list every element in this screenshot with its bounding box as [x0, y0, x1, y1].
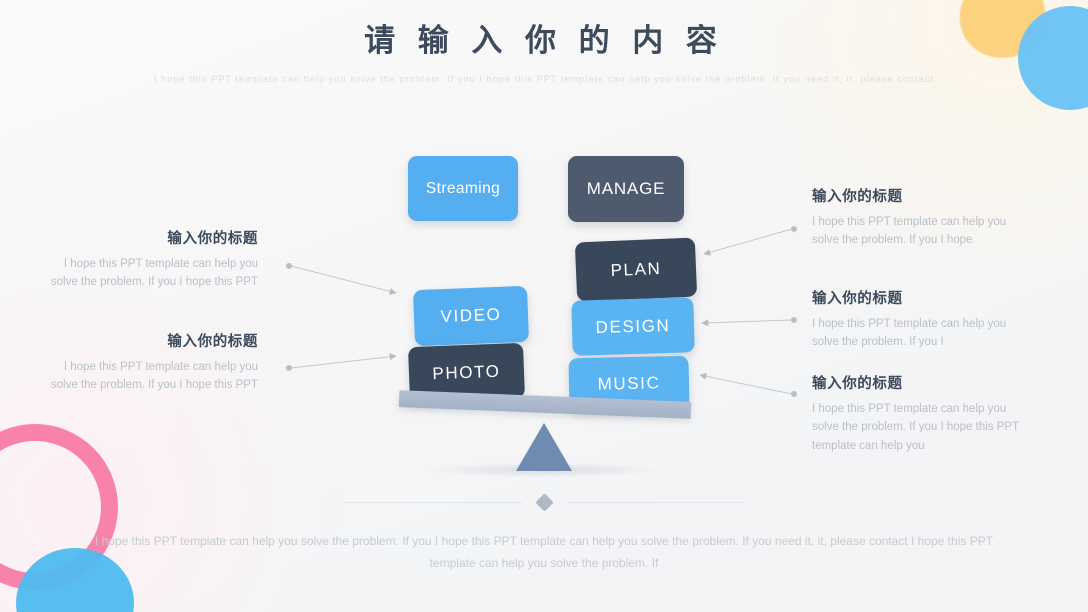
balance-diagram: Streaming MANAGE PLAN DESIGN MUSIC VIDEO…	[0, 0, 1088, 612]
seesaw-fulcrum	[516, 423, 572, 471]
divider-line-right	[566, 502, 745, 503]
bottom-caption: I hope this PPT template can help you so…	[94, 534, 994, 571]
bottom-divider	[0, 493, 1088, 512]
block-streaming[interactable]: Streaming	[408, 156, 518, 221]
divider-diamond-icon	[534, 493, 554, 512]
block-manage[interactable]: MANAGE	[568, 156, 684, 222]
block-video[interactable]: VIDEO	[412, 285, 530, 347]
block-design[interactable]: DESIGN	[571, 297, 695, 356]
slide-canvas: 请 输 入 你 的 内 容 I hope this PPT template c…	[0, 0, 1088, 612]
divider-line-left	[343, 502, 522, 503]
block-plan[interactable]: PLAN	[574, 237, 698, 302]
